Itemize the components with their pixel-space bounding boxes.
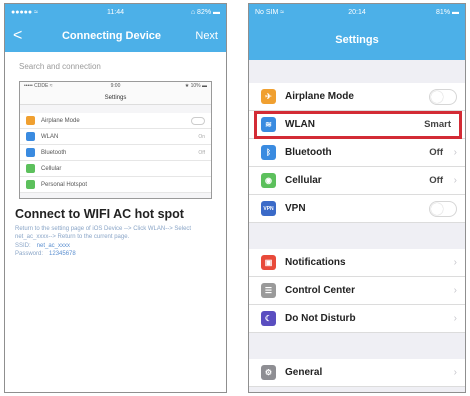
chevron-right-icon: › — [453, 367, 457, 378]
mini-signal: ••••• CDDE ≈ — [24, 83, 53, 89]
gear-icon: ⚙ — [261, 365, 276, 380]
status-bar: No SIM ≈ 20:14 81% ▬ — [249, 4, 465, 20]
settings-row-label: Airplane Mode — [285, 91, 354, 102]
navigation-bar: < Connecting Device Next — [5, 20, 226, 52]
carrier-indicator: No SIM ≈ — [255, 8, 285, 16]
settings-row-vpn[interactable]: VPN VPN — [249, 195, 465, 223]
mini-row-label: WLAN — [41, 133, 59, 140]
battery-indicator: 81% ▬ — [436, 8, 459, 16]
clock: 20:14 — [348, 8, 366, 16]
system-group: ▣ Notifications › ☰ Control Center › ☾ Do Not D… — [249, 249, 465, 333]
connectivity-group: ✈ Airplane Mode ≋ WLAN Smart ᛒ Bluetooth Off › ◉ C… — [249, 83, 465, 223]
settings-row-do-not-disturb[interactable]: ☾ Do Not Disturb › — [249, 305, 465, 333]
wifi-icon: ≋ — [261, 117, 276, 132]
back-button[interactable]: < — [13, 27, 41, 45]
hotspot-instructions: Return to the setting page of iOS Device… — [15, 226, 192, 240]
general-group: ⚙ General › — [249, 359, 465, 387]
vpn-icon: VPN — [261, 201, 276, 216]
battery-indicator: ⌂ 82% ▬ — [190, 8, 221, 16]
settings-row-bluetooth[interactable]: ᛒ Bluetooth Off › — [249, 139, 465, 167]
instruction-screenshot: ••••• CDDE ≈ 9:00 ★ 10% ▬ Settings Airpl… — [19, 81, 212, 199]
mini-airplane-mode-icon — [26, 116, 35, 125]
settings-row-label: General — [285, 367, 323, 378]
password-row: Password: 12345678 — [5, 249, 226, 257]
mini-bluetooth-icon — [26, 148, 35, 157]
settings-row-value: Off — [429, 175, 443, 186]
settings-row-label: Control Center — [285, 285, 355, 296]
ssid-row: SSID: net_ac_xxxx — [5, 241, 226, 249]
mini-row-bluetooth: Bluetooth Off — [20, 145, 211, 161]
settings-row-label: Bluetooth — [285, 147, 332, 158]
mini-row-value: On — [198, 133, 205, 140]
password-label: Password: — [15, 251, 44, 257]
control-center-icon: ☰ — [261, 283, 276, 298]
mini-row-cellular: Cellular — [20, 161, 211, 177]
settings-screen: No SIM ≈ 20:14 81% ▬ Settings ✈ Airplane … — [248, 3, 466, 393]
mini-row-label: Airplane Mode — [41, 117, 80, 124]
search-hint: Search and connection — [19, 62, 101, 71]
settings-row-label: VPN — [285, 203, 306, 214]
settings-row-label: WLAN — [285, 119, 315, 130]
cellular-icon: ◉ — [261, 173, 276, 188]
settings-row-value: Off — [429, 147, 443, 158]
mini-settings-list: Airplane Mode WLAN On Bluetooth Off Cellular P… — [20, 113, 211, 193]
mini-settings-title: Settings — [20, 91, 211, 105]
mini-row-label: Cellular — [41, 165, 62, 172]
airplane-icon: ✈ — [261, 89, 276, 104]
page-title: Connecting Device — [61, 30, 162, 42]
mini-wlan-icon — [26, 132, 35, 141]
do-not-disturb-icon: ☾ — [261, 311, 276, 326]
chevron-right-icon: › — [453, 175, 457, 186]
status-bar: ●●●●● ≈ 11:44 ⌂ 82% ▬ — [5, 4, 226, 20]
mini-status-bar: ••••• CDDE ≈ 9:00 ★ 10% ▬ — [20, 82, 211, 91]
settings-row-control-center[interactable]: ☰ Control Center › — [249, 277, 465, 305]
settings-row-label: Cellular — [285, 175, 322, 186]
mini-row-label: Bluetooth — [41, 149, 67, 156]
settings-row-label: Do Not Disturb — [285, 313, 356, 324]
mini-row-label: Personal Hotspot — [41, 181, 88, 188]
mini-row-value: Off — [198, 149, 205, 156]
chevron-right-icon: › — [453, 285, 457, 296]
mini-personal-hotspot-icon — [26, 180, 35, 189]
chevron-right-icon: › — [453, 313, 457, 324]
mini-cellular-icon — [26, 164, 35, 173]
hotspot-heading: Connect to WIFI AC hot spot — [15, 207, 184, 221]
next-button[interactable]: Next — [182, 30, 218, 42]
settings-row-cellular[interactable]: ◉ Cellular Off › — [249, 167, 465, 195]
ssid-label: SSID: — [15, 243, 31, 249]
chevron-right-icon: › — [453, 257, 457, 268]
settings-row-general[interactable]: ⚙ General › — [249, 359, 465, 387]
settings-row-notifications[interactable]: ▣ Notifications › — [249, 249, 465, 277]
signal-indicator: ●●●●● ≈ — [11, 8, 38, 16]
settings-row-airplane-mode[interactable]: ✈ Airplane Mode — [249, 83, 465, 111]
chevron-right-icon: › — [453, 147, 457, 158]
mini-toggle — [191, 116, 205, 125]
mini-row-airplane-mode: Airplane Mode — [20, 113, 211, 129]
connecting-device-screen: ●●●●● ≈ 11:44 ⌂ 82% ▬ < Connecting Devic… — [4, 3, 227, 393]
airplane-mode-toggle[interactable] — [429, 88, 457, 105]
ssid-value: net_ac_xxxx — [36, 243, 71, 249]
settings-row-wlan[interactable]: ≋ WLAN Smart — [249, 111, 465, 139]
bluetooth-icon: ᛒ — [261, 145, 276, 160]
settings-row-label: Notifications — [285, 257, 346, 268]
mini-battery: ★ 10% ▬ — [184, 83, 207, 89]
mini-row-wlan: WLAN On — [20, 129, 211, 145]
mini-clock: 9:00 — [110, 83, 121, 89]
vpn-toggle[interactable] — [429, 200, 457, 217]
notifications-icon: ▣ — [261, 255, 276, 270]
mini-row-personal-hotspot: Personal Hotspot — [20, 177, 211, 193]
clock: 11:44 — [107, 8, 124, 16]
password-value: 12345678 — [49, 251, 76, 257]
settings-row-value: Smart — [424, 119, 451, 130]
page-title: Settings — [249, 20, 465, 60]
